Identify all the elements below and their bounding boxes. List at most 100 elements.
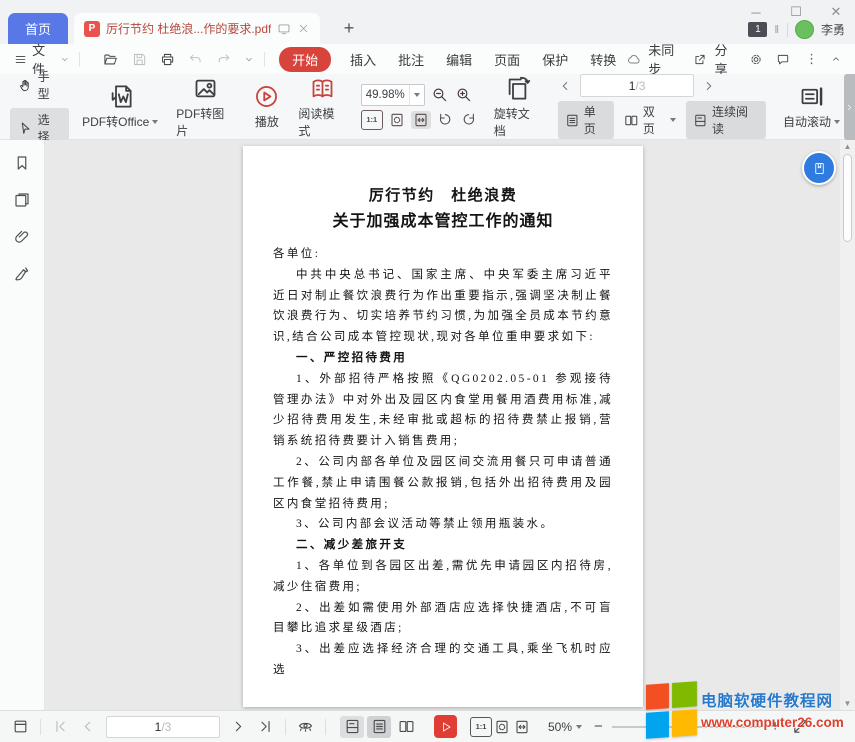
fit-page-button[interactable] (387, 111, 407, 129)
double-page-view-button[interactable] (394, 716, 418, 738)
doc-title-line2: 关于加强成本管控工作的通知 (273, 210, 613, 233)
fit-page-button[interactable] (492, 718, 512, 736)
watermark-site-url: www.computer26.com (701, 715, 844, 730)
prev-page-icon[interactable] (79, 718, 96, 735)
rotate-document-icon (504, 75, 531, 102)
zoom-input[interactable]: 49.98% (361, 84, 425, 106)
zoom-in-icon[interactable] (455, 86, 473, 104)
hand-tool-button[interactable]: 手型 (10, 65, 69, 105)
pdf-convert-float-button[interactable] (802, 151, 836, 185)
doc-paragraph: 二、减少差旅开支 (273, 535, 613, 556)
save-icon[interactable] (132, 51, 147, 68)
more-icon[interactable]: ⋮ (805, 51, 818, 67)
continuous-view-button[interactable] (340, 716, 364, 738)
user-name[interactable]: 李勇 (821, 21, 845, 38)
tab-start[interactable]: 开始 (279, 47, 331, 72)
prev-page-icon[interactable] (558, 79, 572, 93)
doc-paragraph: 3、公司内部会议活动等禁止领用瓶装水。 (273, 514, 613, 535)
play-icon (440, 721, 452, 733)
zoom-out-icon[interactable] (431, 86, 449, 104)
presentation-play-button[interactable] (434, 715, 457, 738)
fit-width-button[interactable] (411, 111, 431, 129)
first-page-icon[interactable] (52, 718, 69, 735)
tab-comment[interactable]: 批注 (398, 50, 424, 69)
zoom-dropdown[interactable] (409, 85, 424, 105)
play-button[interactable]: 播放 (244, 80, 289, 133)
divider (79, 52, 80, 67)
left-sidebar (0, 140, 45, 710)
pdf-to-image-icon (192, 75, 219, 102)
actual-size-button[interactable]: 1:1 (361, 110, 383, 130)
doc-paragraph: 中共中央总书记、国家主席、中央军委主席习近平近日对制止餐饮浪费行为作出重要指示,… (273, 265, 613, 348)
scroll-up-icon[interactable]: ▲ (840, 142, 855, 151)
collapse-ribbon-icon[interactable] (831, 53, 841, 65)
attachment-icon[interactable] (13, 228, 31, 246)
read-mode-button[interactable]: 阅读模式 (289, 72, 354, 142)
comment-icon[interactable] (776, 51, 790, 68)
bookmark-icon[interactable] (13, 154, 31, 172)
tab-insert[interactable]: 插入 (350, 50, 376, 69)
site-watermark: 电脑软硬件教程网 www.computer26.com (646, 683, 855, 737)
tab-page[interactable]: 页面 (494, 50, 520, 69)
status-zoom-value[interactable]: 50% (548, 720, 582, 734)
fit-width-button[interactable] (512, 718, 532, 736)
single-page-view-button[interactable] (367, 716, 391, 738)
undo-icon[interactable] (188, 51, 203, 68)
tab-protect[interactable]: 保护 (542, 50, 568, 69)
vertical-scrollbar[interactable]: ▲ ▼ (840, 140, 855, 710)
status-page-input[interactable]: 1/3 (106, 716, 220, 738)
document-viewer[interactable]: 厉行节约 杜绝浪费 关于加强成本管控工作的通知 各单位:中共中央总书记、国家主席… (45, 140, 840, 710)
scrollbar-thumb[interactable] (843, 154, 852, 242)
close-window-button[interactable]: ✕ (823, 3, 849, 21)
continuous-read-button[interactable]: 连续阅读 (686, 101, 766, 139)
pdf-to-image-button[interactable]: PDF转图片 (167, 72, 244, 142)
user-area: 1 ‖ 李勇 (748, 20, 845, 39)
print-icon[interactable] (160, 51, 175, 68)
tab-convert[interactable]: 转换 (590, 50, 616, 69)
tab-document[interactable]: P 厉行节约 杜绝浪...作的要求.pdf (74, 13, 320, 44)
cloud-sync-icon[interactable] (627, 51, 641, 68)
page-number-input[interactable]: 1/3 (580, 74, 694, 97)
caret-icon (152, 120, 158, 124)
gear-icon[interactable] (749, 51, 763, 68)
close-tab-icon[interactable] (297, 22, 310, 35)
toolbar: 手型 选择 PDF转Office PDF转图片 播放 阅读模式 49.98% 1 (0, 74, 855, 140)
double-page-icon (624, 113, 639, 128)
signature-icon[interactable] (13, 265, 31, 283)
doc-paragraph: 一、严控招待费用 (273, 348, 613, 369)
document-tab-title: 厉行节约 杜绝浪...作的要求.pdf (106, 20, 271, 37)
rotate-left-icon[interactable] (435, 111, 455, 129)
pdf-to-office-icon (107, 83, 134, 110)
eye-protect-icon[interactable] (297, 718, 314, 735)
minimize-button[interactable]: ─ (743, 3, 769, 21)
actual-size-button[interactable]: 1:1 (470, 717, 492, 737)
rotate-document-button[interactable]: 旋转文档 (485, 72, 550, 142)
share-icon[interactable] (693, 51, 707, 68)
next-page-icon[interactable] (230, 718, 247, 735)
doc-body: 各单位:中共中央总书记、国家主席、中央军委主席习近平近日对制止餐饮浪费行为作出重… (273, 244, 613, 681)
zoom-out-minus[interactable]: − (594, 718, 603, 735)
zoom-cluster: 49.98% 1:1 (361, 84, 479, 130)
thumbnails-icon[interactable] (13, 191, 31, 209)
share-label[interactable]: 分享 (715, 40, 736, 78)
avatar[interactable] (795, 20, 814, 39)
rotate-right-icon[interactable] (459, 111, 479, 129)
maximize-button[interactable]: ☐ (783, 3, 809, 21)
sidebar-toggle-icon[interactable] (12, 718, 29, 735)
tab-edit[interactable]: 编辑 (446, 50, 472, 69)
chevron-down-icon[interactable] (244, 54, 254, 65)
toolbar-expander[interactable] (844, 74, 855, 140)
last-page-icon[interactable] (257, 718, 274, 735)
single-page-button[interactable]: 单页 (558, 101, 614, 139)
chevron-right-icon (845, 103, 854, 112)
new-tab-button[interactable]: + (336, 15, 362, 41)
sync-status[interactable]: 未同步 (648, 40, 680, 78)
pdf-to-office-button[interactable]: PDF转Office (73, 80, 167, 133)
pdf-page: 厉行节约 杜绝浪费 关于加强成本管控工作的通知 各单位:中共中央总书记、国家主席… (243, 146, 643, 707)
double-page-button[interactable]: 双页 (617, 101, 683, 139)
redo-icon[interactable] (216, 51, 231, 68)
open-folder-icon[interactable] (103, 51, 118, 68)
message-badge[interactable]: 1 (748, 22, 767, 37)
next-page-icon[interactable] (702, 79, 716, 93)
auto-scroll-button[interactable]: 自动滚动 (774, 80, 849, 133)
